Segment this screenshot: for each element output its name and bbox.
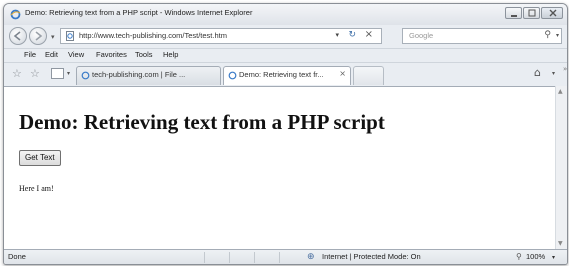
output-text: Here I am! bbox=[19, 184, 54, 193]
address-url: http://www.tech-publishing.com/Test/test… bbox=[79, 31, 227, 40]
close-tab-icon[interactable]: × bbox=[339, 69, 346, 78]
minimize-button[interactable] bbox=[505, 7, 522, 19]
home-icon[interactable]: ⌂ bbox=[534, 66, 541, 79]
menu-favorites[interactable]: Favorites bbox=[96, 50, 127, 59]
menu-bar: File Edit View Favorites Tools Help bbox=[4, 48, 567, 63]
menu-help[interactable]: Help bbox=[163, 50, 178, 59]
ie-logo-icon bbox=[10, 9, 21, 20]
internet-zone-icon: ⊕ bbox=[307, 252, 315, 262]
tab-tech-publishing[interactable]: tech-publishing.com | File ... bbox=[76, 66, 221, 85]
scroll-up-icon[interactable]: ▲ bbox=[558, 88, 563, 95]
menu-file[interactable]: File bbox=[24, 50, 36, 59]
minimize-icon bbox=[511, 15, 517, 17]
status-divider bbox=[204, 252, 205, 263]
status-divider bbox=[229, 252, 230, 263]
address-dropdown-icon[interactable]: ▾ bbox=[335, 31, 339, 39]
get-text-button[interactable]: Get Text bbox=[19, 150, 61, 166]
new-tab-button[interactable] bbox=[353, 66, 384, 85]
browser-window: Demo: Retrieving text from a PHP script … bbox=[3, 3, 568, 265]
stop-icon[interactable]: × bbox=[365, 29, 373, 40]
menu-tools[interactable]: Tools bbox=[135, 50, 153, 59]
close-button[interactable] bbox=[541, 7, 563, 19]
window-title: Demo: Retrieving text from a PHP script … bbox=[25, 8, 253, 17]
page-icon bbox=[228, 71, 237, 80]
search-dropdown-icon[interactable]: ▾ bbox=[556, 32, 559, 39]
tab-list-dropdown-icon[interactable]: ▾ bbox=[67, 70, 70, 77]
refresh-icon[interactable]: ↻ bbox=[348, 30, 356, 40]
back-arrow-icon bbox=[13, 31, 21, 41]
tab-bar: ☆ ☆ ▾ tech-publishing.com | File ... Dem… bbox=[4, 62, 567, 87]
zoom-icon[interactable]: ⚲ bbox=[516, 252, 522, 261]
close-icon bbox=[549, 9, 557, 17]
add-favorites-icon[interactable]: ☆ bbox=[30, 67, 40, 80]
search-box[interactable]: Google ⚲ ▾ bbox=[402, 28, 562, 44]
tab-label: Demo: Retrieving text fr... bbox=[239, 70, 324, 79]
menu-edit[interactable]: Edit bbox=[45, 50, 58, 59]
status-divider bbox=[254, 252, 255, 263]
window-controls bbox=[504, 7, 563, 19]
toolbar-overflow-icon[interactable]: » bbox=[563, 65, 567, 73]
page-heading: Demo: Retrieving text from a PHP script bbox=[19, 110, 385, 134]
status-text: Done bbox=[8, 252, 26, 261]
maximize-icon bbox=[528, 9, 536, 17]
forward-button[interactable] bbox=[29, 27, 47, 45]
tab-label: tech-publishing.com | File ... bbox=[92, 70, 186, 79]
navigation-bar: ▾ http://www.tech-publishing.com/Test/te… bbox=[4, 25, 567, 48]
back-button[interactable] bbox=[9, 27, 27, 45]
recent-pages-dropdown-icon[interactable]: ▾ bbox=[51, 33, 55, 41]
home-dropdown-icon[interactable]: ▾ bbox=[552, 70, 555, 77]
scroll-down-icon[interactable]: ▼ bbox=[558, 240, 563, 247]
address-bar[interactable]: http://www.tech-publishing.com/Test/test… bbox=[60, 28, 382, 44]
tab-demo[interactable]: Demo: Retrieving text fr... × bbox=[223, 66, 351, 85]
vertical-scrollbar[interactable]: ▲ ▼ bbox=[555, 86, 567, 249]
favorites-center-icon[interactable]: ☆ bbox=[12, 67, 22, 80]
maximize-button[interactable] bbox=[523, 7, 540, 19]
status-bar: Done ⊕ Internet | Protected Mode: On ⚲ 1… bbox=[4, 249, 567, 264]
menu-view[interactable]: View bbox=[68, 50, 84, 59]
page-icon bbox=[81, 71, 90, 80]
status-divider bbox=[279, 252, 280, 263]
zoom-level[interactable]: 100% bbox=[526, 252, 545, 261]
page-icon bbox=[66, 31, 74, 41]
page-content: Demo: Retrieving text from a PHP script … bbox=[4, 86, 555, 250]
forward-arrow-icon bbox=[35, 31, 43, 41]
zoom-dropdown-icon[interactable]: ▾ bbox=[552, 254, 555, 261]
security-zone[interactable]: Internet | Protected Mode: On bbox=[322, 252, 421, 261]
search-placeholder: Google bbox=[409, 31, 434, 40]
search-icon[interactable]: ⚲ bbox=[544, 30, 551, 40]
quick-tabs-icon[interactable] bbox=[51, 68, 64, 79]
title-bar: Demo: Retrieving text from a PHP script … bbox=[4, 4, 567, 25]
